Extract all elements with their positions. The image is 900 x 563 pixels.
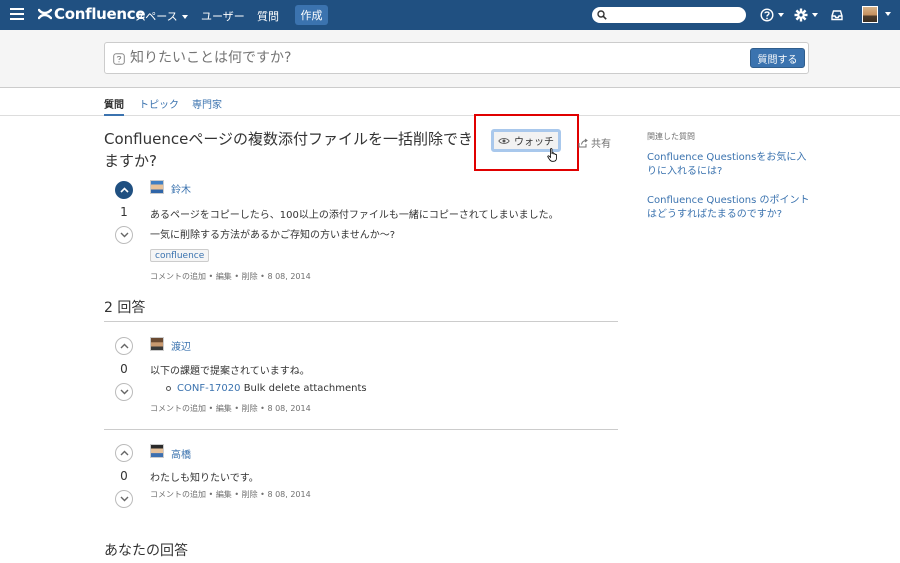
- tab-topics[interactable]: トピック: [139, 96, 179, 111]
- issue-link[interactable]: CONF-17020: [177, 383, 241, 394]
- question-icon: [113, 53, 125, 65]
- question-vote-count: 1: [120, 205, 128, 219]
- inbox-icon: [831, 10, 843, 21]
- answer-1-author-link[interactable]: 渡辺: [171, 338, 191, 353]
- gear-icon: [794, 8, 808, 22]
- add-comment-link[interactable]: コメントの追加: [150, 404, 206, 413]
- tab-experts[interactable]: 専門家: [192, 96, 222, 111]
- edit-link[interactable]: 編集: [216, 272, 232, 281]
- share-icon: [578, 138, 588, 147]
- bullet-icon: [166, 385, 171, 391]
- your-answer-heading: あなたの回答: [104, 543, 188, 559]
- label-tag[interactable]: confluence: [150, 249, 210, 262]
- help-menu[interactable]: [760, 8, 784, 22]
- chevron-down-icon: [812, 13, 818, 17]
- issue-title: Bulk delete attachments: [240, 383, 367, 394]
- chevron-down-icon: [778, 13, 784, 17]
- answer-1-meta: コメントの追加 • 編集 • 削除 • 8 08, 2014: [150, 404, 311, 413]
- chevron-up-icon: [119, 187, 129, 193]
- answer-2-meta: コメントの追加 • 編集 • 削除 • 8 08, 2014: [150, 490, 311, 499]
- chevron-down-icon: [120, 496, 128, 502]
- answer-1-downvote-button[interactable]: [115, 383, 133, 401]
- confluence-logo[interactable]: Confluence: [38, 5, 146, 23]
- logo-text: Confluence: [54, 5, 146, 23]
- answer-2-body: わたしも知りたいです。: [150, 473, 259, 484]
- answer-1-body: 以下の課題で提案されていますね。: [150, 366, 310, 377]
- question-author-avatar[interactable]: [150, 180, 164, 194]
- answer-1-upvote-button[interactable]: [115, 337, 133, 355]
- user-avatar[interactable]: [862, 6, 878, 23]
- add-comment-link[interactable]: コメントの追加: [150, 272, 206, 281]
- menu-icon[interactable]: [10, 8, 24, 21]
- post-date: 8 08, 2014: [267, 272, 311, 281]
- question-author-link[interactable]: 鈴木: [171, 181, 191, 196]
- add-comment-link[interactable]: コメントの追加: [150, 490, 206, 499]
- question-upvote-button[interactable]: [115, 181, 133, 199]
- ask-question-button[interactable]: 質問する: [750, 48, 805, 68]
- top-navigation: Confluence スペース ユーザー 質問 作成: [0, 0, 900, 30]
- help-icon: [760, 8, 774, 22]
- search-box[interactable]: [592, 7, 746, 23]
- answer-1-vote-count: 0: [120, 362, 128, 376]
- tab-questions[interactable]: 質問: [104, 96, 124, 116]
- search-icon: [597, 10, 607, 20]
- delete-link[interactable]: 削除: [242, 490, 258, 499]
- share-label: 共有: [591, 139, 611, 150]
- questions-tabs: 質問 トピック 専門家: [0, 89, 900, 116]
- post-date: 8 08, 2014: [267, 490, 311, 499]
- watch-button[interactable]: ウォッチ: [491, 129, 561, 152]
- notifications-button[interactable]: [830, 8, 844, 22]
- answer-2-author-avatar[interactable]: [150, 444, 164, 458]
- related-questions-title: 関連した質問: [647, 132, 695, 141]
- chevron-down-icon: [181, 15, 188, 19]
- chevron-down-icon: [120, 232, 128, 238]
- ask-question-box: 質問する: [104, 42, 809, 74]
- delete-link[interactable]: 削除: [242, 272, 258, 281]
- chevron-up-icon: [120, 450, 128, 456]
- users-link[interactable]: ユーザー: [201, 8, 245, 24]
- watch-label: ウォッチ: [514, 137, 554, 148]
- answer-2-upvote-button[interactable]: [115, 444, 133, 462]
- settings-menu[interactable]: [794, 8, 818, 22]
- share-button[interactable]: 共有: [578, 135, 611, 150]
- questions-link[interactable]: 質問: [257, 8, 279, 24]
- search-input[interactable]: [610, 8, 740, 22]
- edit-link[interactable]: 編集: [216, 404, 232, 413]
- answer-1-list-item: CONF-17020 Bulk delete attachments: [166, 383, 367, 394]
- ask-question-area: 質問する: [0, 30, 900, 88]
- edit-link[interactable]: 編集: [216, 490, 232, 499]
- chevron-down-icon: [885, 12, 891, 16]
- confluence-logo-icon: [38, 8, 52, 20]
- eye-icon: [498, 137, 510, 144]
- chevron-down-icon: [120, 389, 128, 395]
- divider: [104, 429, 618, 430]
- create-button[interactable]: 作成: [295, 5, 328, 25]
- answer-2-author-link[interactable]: 高橋: [171, 446, 191, 461]
- spaces-label: スペース: [135, 10, 178, 23]
- question-meta: コメントの追加 • 編集 • 削除 • 8 08, 2014: [150, 272, 311, 281]
- answer-2-vote-count: 0: [120, 469, 128, 483]
- related-question-link[interactable]: Confluence Questionsをお気に入りに入れるには?: [647, 151, 812, 179]
- post-date: 8 08, 2014: [267, 404, 311, 413]
- delete-link[interactable]: 削除: [242, 404, 258, 413]
- related-question-link[interactable]: Confluence Questions のポイントはどうすればたまるのですか?: [647, 194, 812, 222]
- question-body-line-2: 一気に削除する方法があるかご存知の方いませんか〜?: [150, 230, 396, 241]
- answer-2-downvote-button[interactable]: [115, 490, 133, 508]
- divider: [104, 321, 618, 322]
- question-downvote-button[interactable]: [115, 226, 133, 244]
- question-body-line-1: あるページをコピーしたら、100以上の添付ファイルも一緒にコピーされてしまいまし…: [150, 210, 559, 221]
- answers-heading: 2 回答: [104, 300, 146, 316]
- ask-question-input[interactable]: [130, 48, 730, 68]
- answer-1-author-avatar[interactable]: [150, 337, 164, 351]
- question-title: Confluenceページの複数添付ファイルを一括削除できますか?: [104, 130, 474, 170]
- chevron-up-icon: [120, 343, 128, 349]
- spaces-menu[interactable]: スペース: [135, 8, 188, 24]
